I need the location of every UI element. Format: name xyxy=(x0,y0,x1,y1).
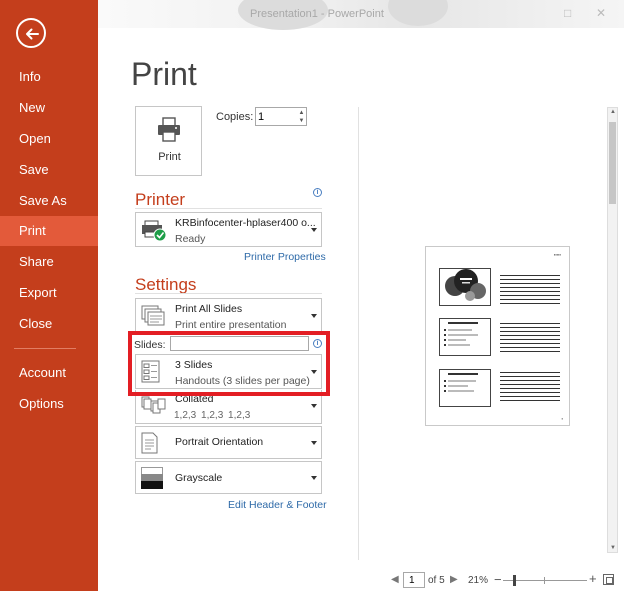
print-layout-description: Handouts (3 slides per page) xyxy=(175,375,310,387)
collated-icon xyxy=(141,396,166,414)
copies-stepper[interactable]: ▲ ▼ xyxy=(255,107,307,126)
chevron-down-icon xyxy=(311,314,317,318)
chevron-down-icon xyxy=(311,370,317,374)
page-number-input[interactable] xyxy=(403,572,425,588)
zoom-out-icon[interactable]: − xyxy=(494,572,502,587)
collation-order: 1,2,3 1,2,3 1,2,3 xyxy=(174,410,251,421)
sidebar-item-save[interactable]: Save xyxy=(0,155,98,185)
handout-note-lines xyxy=(500,323,560,355)
copies-increment-icon[interactable]: ▲ xyxy=(297,109,306,117)
color-value: Grayscale xyxy=(175,472,223,484)
zoom-in-icon[interactable]: + xyxy=(589,571,597,586)
sidebar-item-new[interactable]: New xyxy=(0,93,98,123)
slide-thumbnail xyxy=(439,369,491,407)
handout-layout-icon xyxy=(141,360,160,383)
print-layout-value: 3 Slides xyxy=(175,359,213,371)
zoom-level[interactable]: 21% xyxy=(468,575,488,586)
copies-input[interactable] xyxy=(258,109,294,124)
preview-scrollbar[interactable]: ▲ ▼ xyxy=(607,107,618,553)
handout-note-lines xyxy=(500,372,560,404)
backstage-sidebar: Info New Open Save Save As Print Share E… xyxy=(0,0,98,591)
sidebar-item-options[interactable]: Options xyxy=(0,389,98,419)
title-bar: Presentation1 - PowerPoint □ ✕ xyxy=(98,0,624,30)
slide-range-value: Print All Slides xyxy=(175,303,243,315)
slides-stack-icon xyxy=(141,305,165,326)
sidebar-item-share[interactable]: Share xyxy=(0,247,98,277)
sidebar-divider xyxy=(14,348,76,349)
scroll-up-icon[interactable]: ▲ xyxy=(609,109,617,115)
chevron-down-icon xyxy=(311,476,317,480)
collation-value: Collated xyxy=(175,393,214,405)
chevron-down-icon xyxy=(311,441,317,445)
slides-label: Slides: xyxy=(134,339,166,351)
page-date-mark: ▪▪▪▪▪ xyxy=(553,252,561,257)
slides-input[interactable] xyxy=(170,336,309,351)
printer-info-icon[interactable]: i xyxy=(313,188,322,197)
chevron-down-icon xyxy=(311,404,317,408)
zoom-slider-handle[interactable] xyxy=(513,575,516,586)
printer-icon xyxy=(158,117,180,142)
printer-properties-link[interactable]: Printer Properties xyxy=(244,251,326,263)
print-button-label: Print xyxy=(158,151,181,163)
printer-ready-icon xyxy=(142,220,167,242)
title-bar-decoration xyxy=(388,0,448,26)
edit-header-footer-link[interactable]: Edit Header & Footer xyxy=(228,499,327,511)
preview-divider xyxy=(358,107,359,560)
close-window-icon[interactable]: ✕ xyxy=(596,6,606,20)
copies-decrement-icon[interactable]: ▼ xyxy=(297,117,306,125)
handout-note-lines xyxy=(500,275,560,307)
orientation-dropdown[interactable]: Portrait Orientation xyxy=(135,426,322,459)
zoom-slider-midpoint xyxy=(544,577,545,584)
slide-thumbnail xyxy=(439,318,491,356)
slides-info-icon[interactable]: i xyxy=(313,339,322,348)
restore-window-icon[interactable]: □ xyxy=(564,6,571,20)
sidebar-item-account[interactable]: Account xyxy=(0,358,98,388)
page-title: Print xyxy=(131,56,197,92)
color-dropdown[interactable]: Grayscale xyxy=(135,461,322,494)
print-layout-dropdown[interactable]: 3 Slides Handouts (3 slides per page) xyxy=(135,354,322,389)
fit-to-window-icon[interactable] xyxy=(603,574,614,585)
print-button[interactable]: Print xyxy=(135,106,202,176)
printer-dropdown[interactable]: KRBinfocenter-hplaser400 o... Ready xyxy=(135,212,322,247)
chevron-down-icon xyxy=(311,228,317,232)
grayscale-icon xyxy=(141,467,163,489)
portrait-page-icon xyxy=(141,432,158,454)
sidebar-item-open[interactable]: Open xyxy=(0,124,98,154)
sidebar-item-save-as[interactable]: Save As xyxy=(0,186,98,216)
back-button[interactable] xyxy=(16,18,46,48)
slide-thumbnail xyxy=(439,268,491,306)
slide-range-dropdown[interactable]: Print All Slides Print entire presentati… xyxy=(135,298,322,333)
sidebar-item-export[interactable]: Export xyxy=(0,278,98,308)
sidebar-item-close[interactable]: Close xyxy=(0,309,98,339)
settings-heading: Settings xyxy=(135,275,197,294)
sidebar-item-print[interactable]: Print xyxy=(0,216,98,246)
page-number-mark: ▪ xyxy=(561,416,563,421)
page-count-label: of 5 xyxy=(428,575,445,586)
window-title: Presentation1 - PowerPoint xyxy=(250,8,384,20)
printer-name: KRBinfocenter-hplaser400 o... xyxy=(175,217,316,229)
copies-label: Copies: xyxy=(216,111,254,123)
printer-heading: Printer xyxy=(135,190,186,209)
scrollbar-thumb[interactable] xyxy=(609,122,616,204)
printer-status: Ready xyxy=(175,233,206,245)
print-preview-page: ▪▪▪▪▪ ▪ xyxy=(425,246,570,426)
orientation-value: Portrait Orientation xyxy=(175,436,264,448)
printer-heading-divider xyxy=(135,208,322,209)
back-arrow-icon xyxy=(26,28,39,40)
slide-range-description: Print entire presentation xyxy=(175,319,287,331)
scroll-down-icon[interactable]: ▼ xyxy=(609,545,617,551)
sidebar-item-info[interactable]: Info xyxy=(0,62,98,92)
settings-heading-divider xyxy=(135,293,322,294)
next-page-icon[interactable]: ▶ xyxy=(450,574,458,585)
previous-page-icon[interactable]: ◀ xyxy=(391,574,399,585)
